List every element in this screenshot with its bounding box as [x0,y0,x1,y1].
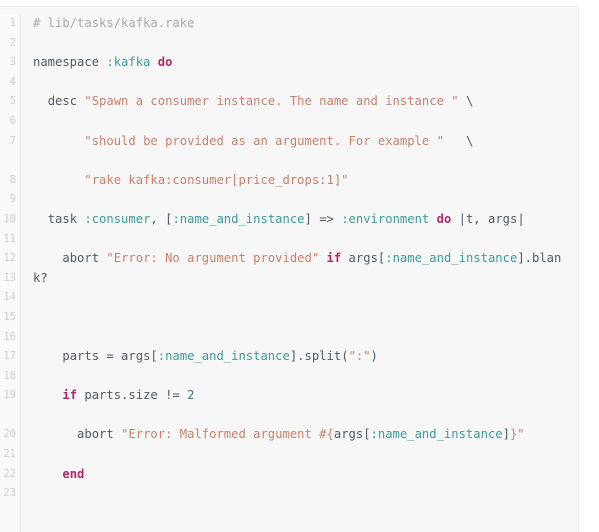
line-number: 4 [9,75,16,88]
code-line-1: # lib/tasks/kafka.rake [33,14,568,34]
line-number: 21 [3,448,16,461]
line-number: 10 [3,212,16,225]
token-symbol: :name_and_instance [157,349,290,364]
line-number: 1 [9,17,16,29]
token-symbol: :name_and_instance [172,211,305,226]
token-string: "should be provided as an argument. For … [84,133,444,148]
token-ident: namespace [33,55,107,70]
line-number: 14 [3,291,16,304]
line-number: 3 [9,56,16,69]
code-line-6: task :consumer, [:name_and_instance] => … [33,211,525,226]
line-number: 16 [3,330,16,343]
token-symbol: :kafka [106,55,151,70]
line-number: 12 [3,252,16,265]
token-keyword: do [157,55,173,70]
code-line-3: desc "Spawn a consumer instance. The nam… [33,94,474,109]
code-line-2: namespace :kafka do [33,53,568,73]
code-line-9: parts = args[:name_and_instance].split("… [33,349,378,364]
token-symbol: :environment [341,211,430,226]
line-number: 6 [9,114,16,127]
code-line-10: if parts.size != 2 [62,388,195,403]
line-number: 19 [3,389,16,402]
token-symbol: :name_and_instance [385,251,518,266]
line-number: 18 [3,369,16,382]
token-comment: # lib/tasks/kafka.rake [33,16,195,30]
line-number: 17 [3,350,16,363]
code-block: 1 2 3 4 5 6 7 8 9 10 11 12 13 14 15 16 1… [0,6,579,532]
token-string: "rake kafka:consumer[price_drops:1]" [84,172,349,187]
code-content[interactable]: # lib/tasks/kafka.rake namespace :kafka … [21,14,578,532]
token-symbol: :consumer [84,211,151,226]
token-number: 2 [187,388,195,403]
line-number-gutter: 1 2 3 4 5 6 7 8 9 10 11 12 13 14 15 16 1… [0,14,21,532]
token-string: "Error: No argument provided" [106,251,320,266]
token-string: ":" [348,349,371,364]
line-number: 8 [9,173,16,186]
code-line-11: abort "Error: Malformed argument #{args[… [33,427,525,442]
token-symbol: :name_and_instance [370,427,503,442]
code-line-12: end [33,465,568,485]
line-number: 22 [3,467,16,480]
token-keyword: if [326,251,342,266]
line-number: 15 [3,310,16,323]
line-number: 23 [3,487,16,500]
line-number: 5 [9,95,16,108]
token-string: "Spawn a consumer instance. The name and… [84,94,459,109]
code-line-4: "should be provided as an argument. For … [84,133,474,148]
source-code[interactable]: # lib/tasks/kafka.rake namespace :kafka … [33,14,568,532]
code-snippet-viewer: 1 2 3 4 5 6 7 8 9 10 11 12 13 14 15 16 1… [0,0,599,532]
code-line-7: abort "Error: No argument provided" if a… [33,251,562,285]
token-string: "Error: Malformed argument #{ [121,427,334,442]
line-number: 2 [9,36,16,49]
code-line-5: "rake kafka:consumer[price_drops:1]" [33,171,568,191]
token-keyword: end [62,466,85,481]
token-keyword: if [62,388,78,403]
line-number: 9 [9,193,16,206]
line-number: 7 [9,134,16,147]
token-keyword: do [436,211,452,226]
line-number: 20 [3,428,16,441]
line-number: 13 [3,271,16,284]
line-number: 11 [3,232,16,245]
